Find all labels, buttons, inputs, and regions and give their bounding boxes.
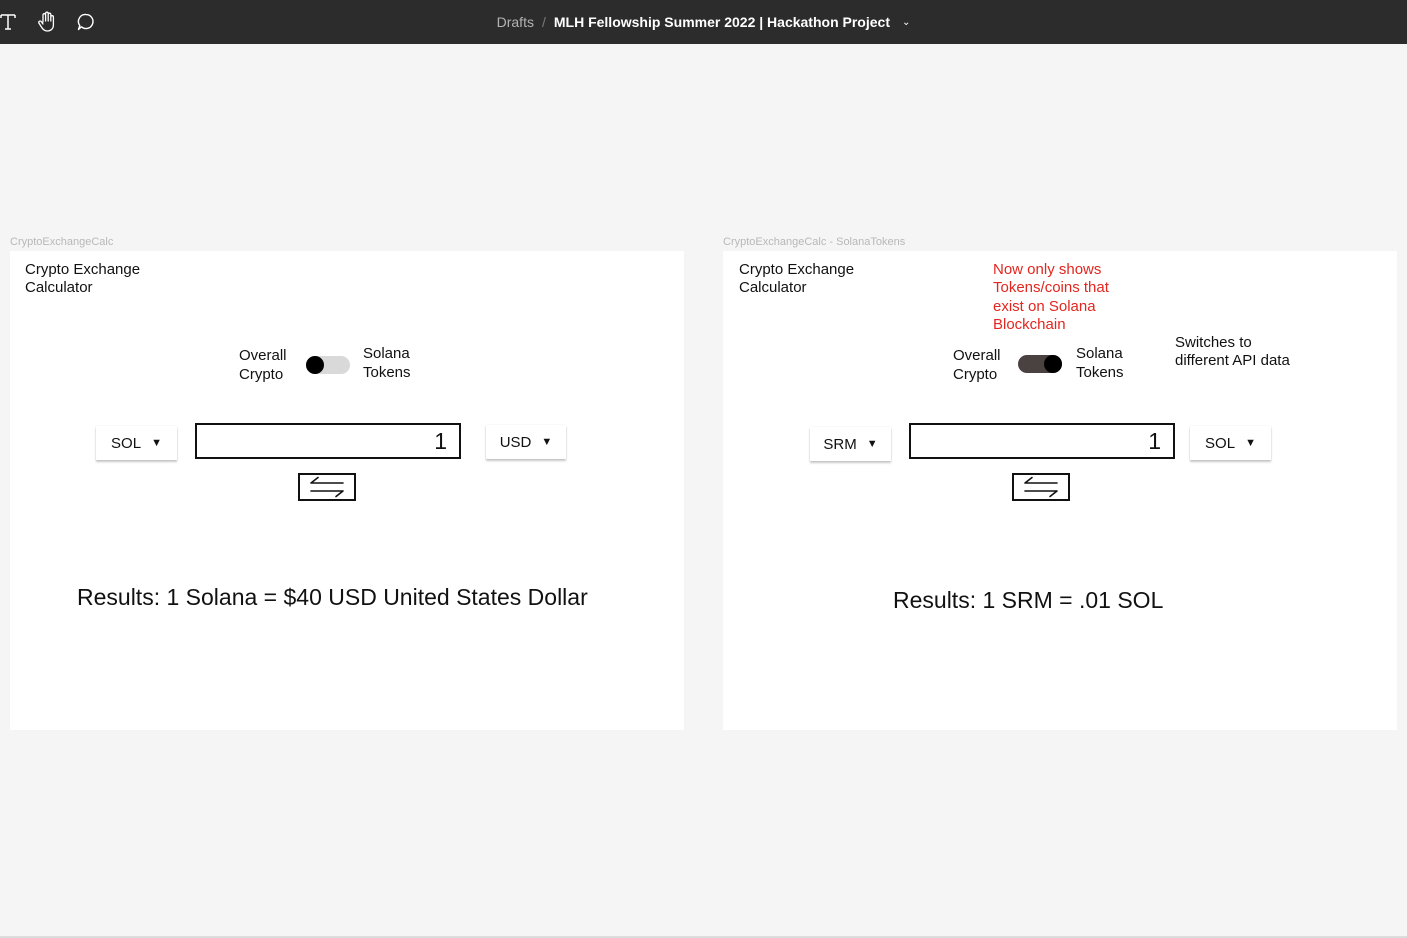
from-currency-select[interactable]: SRM ▼ (810, 427, 891, 461)
calculator-title: Crypto Exchange Calculator (739, 261, 855, 296)
toggle-label-overall: Overall Crypto (953, 347, 1001, 383)
annotation-red-note: Now only shows Tokens/coins that exist o… (993, 261, 1109, 333)
top-toolbar: Drafts / MLH Fellowship Summer 2022 | Ha… (0, 0, 1407, 44)
toggle-knob (306, 356, 324, 374)
result-text: Results: 1 SRM = .01 SOL (893, 587, 1164, 613)
breadcrumb: Drafts / MLH Fellowship Summer 2022 | Ha… (0, 0, 1407, 44)
frame-label[interactable]: CryptoExchangeCalc (10, 236, 113, 248)
to-currency-value: USD (499, 433, 532, 451)
amount-value: 1 (434, 427, 447, 454)
result-text: Results: 1 Solana = $40 USD United State… (77, 584, 588, 610)
amount-input[interactable]: 1 (909, 423, 1175, 459)
swap-currencies-button[interactable] (1012, 473, 1070, 501)
amount-value: 1 (1148, 427, 1161, 454)
caret-down-icon: ▼ (151, 437, 162, 449)
annotation-note: Switches to different API data (1175, 334, 1290, 370)
caret-down-icon: ▼ (541, 436, 553, 448)
amount-input[interactable]: 1 (195, 423, 461, 459)
calculator-frame-solana: Crypto Exchange Calculator Now only show… (723, 251, 1397, 730)
from-currency-value: SRM (823, 435, 857, 453)
caret-down-icon: ▼ (866, 438, 878, 450)
crypto-mode-toggle[interactable] (1018, 355, 1062, 373)
toggle-knob (1044, 355, 1062, 373)
file-name[interactable]: MLH Fellowship Summer 2022 | Hackathon P… (554, 14, 890, 30)
to-currency-select[interactable]: SOL ▼ (1190, 426, 1271, 460)
toggle-label-solana: Solana Tokens (363, 345, 411, 381)
to-currency-value: SOL (1205, 434, 1236, 452)
calculator-frame: Crypto Exchange Calculator Overall Crypt… (10, 251, 684, 730)
swap-arrows-icon (1024, 476, 1058, 498)
swap-currencies-button[interactable] (298, 473, 356, 501)
crypto-mode-toggle[interactable] (306, 356, 350, 374)
calculator-title: Crypto Exchange Calculator (25, 261, 141, 296)
swap-arrows-icon (310, 476, 344, 498)
frame-label[interactable]: CryptoExchangeCalc - SolanaTokens (723, 236, 905, 248)
caret-down-icon: ▼ (1245, 437, 1256, 449)
chevron-down-icon[interactable]: ⌄ (902, 17, 910, 28)
to-currency-select[interactable]: USD ▼ (486, 425, 566, 459)
breadcrumb-drafts[interactable]: Drafts (497, 14, 534, 30)
toggle-label-solana: Solana Tokens (1076, 345, 1124, 381)
breadcrumb-separator: / (541, 14, 546, 30)
toggle-label-overall: Overall Crypto (239, 347, 287, 383)
from-currency-value: SOL (111, 434, 142, 452)
from-currency-select[interactable]: SOL ▼ (96, 426, 177, 460)
